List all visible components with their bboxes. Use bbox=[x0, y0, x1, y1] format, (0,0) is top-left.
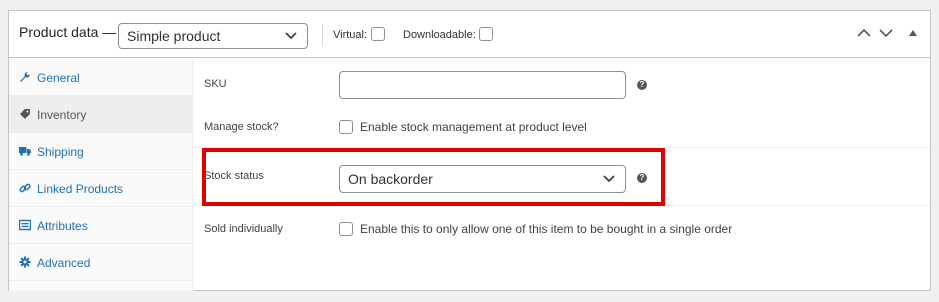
tab-shipping[interactable]: Shipping bbox=[9, 133, 193, 170]
collapse-toggle-icon[interactable] bbox=[909, 30, 917, 36]
list-icon bbox=[19, 219, 31, 231]
product-type-select[interactable]: Simple product bbox=[118, 23, 308, 49]
tab-label: Advanced bbox=[37, 256, 91, 270]
tab-linked-products[interactable]: Linked Products bbox=[9, 170, 193, 207]
tag-icon bbox=[20, 109, 30, 119]
wrench-icon bbox=[20, 71, 31, 82]
manage-stock-label: Manage stock? bbox=[204, 121, 279, 133]
product-data-title: Product data — bbox=[19, 24, 117, 40]
downloadable-label: Downloadable: bbox=[403, 29, 476, 41]
tab-attributes[interactable]: Attributes bbox=[9, 207, 193, 244]
inventory-form: SKU ? Manage stock? Enable stock managem… bbox=[194, 59, 930, 291]
tab-label: General bbox=[37, 71, 80, 85]
tab-label: Attributes bbox=[37, 219, 88, 233]
manage-stock-text: Enable stock management at product level bbox=[360, 120, 587, 134]
sold-individually-text: Enable this to only allow one of this it… bbox=[360, 222, 733, 236]
header-divider bbox=[322, 24, 323, 46]
tab-general[interactable]: General bbox=[9, 59, 193, 96]
product-data-panel: Product data — Simple product Virtual: D… bbox=[8, 10, 931, 291]
help-icon: ? bbox=[637, 80, 647, 90]
manage-stock-checkbox[interactable] bbox=[339, 120, 353, 134]
chevron-down-icon bbox=[285, 32, 297, 40]
tab-label: Shipping bbox=[37, 145, 84, 159]
sold-individually-label: Sold individually bbox=[204, 223, 283, 235]
sold-individually-checkbox[interactable] bbox=[339, 222, 353, 236]
tab-inventory[interactable]: Inventory bbox=[9, 96, 193, 133]
tab-label: Linked Products bbox=[37, 182, 124, 196]
virtual-label: Virtual: bbox=[333, 29, 368, 41]
move-up-icon[interactable] bbox=[857, 28, 871, 38]
tab-advanced[interactable]: Advanced bbox=[9, 244, 193, 281]
move-down-icon[interactable] bbox=[879, 28, 893, 38]
highlight-box bbox=[202, 148, 665, 206]
sku-input[interactable] bbox=[339, 71, 626, 99]
sku-label: SKU bbox=[204, 78, 227, 90]
product-data-tabs: General Inventory Shipping Linked Produc… bbox=[9, 59, 193, 291]
virtual-checkbox[interactable] bbox=[371, 27, 385, 41]
link-icon bbox=[19, 183, 31, 193]
tab-label: Inventory bbox=[37, 108, 87, 122]
product-data-header: Product data — Simple product Virtual: D… bbox=[9, 11, 930, 58]
product-type-value: Simple product bbox=[127, 28, 221, 44]
gear-icon bbox=[19, 256, 31, 268]
truck-icon bbox=[19, 147, 31, 156]
downloadable-checkbox[interactable] bbox=[479, 27, 493, 41]
